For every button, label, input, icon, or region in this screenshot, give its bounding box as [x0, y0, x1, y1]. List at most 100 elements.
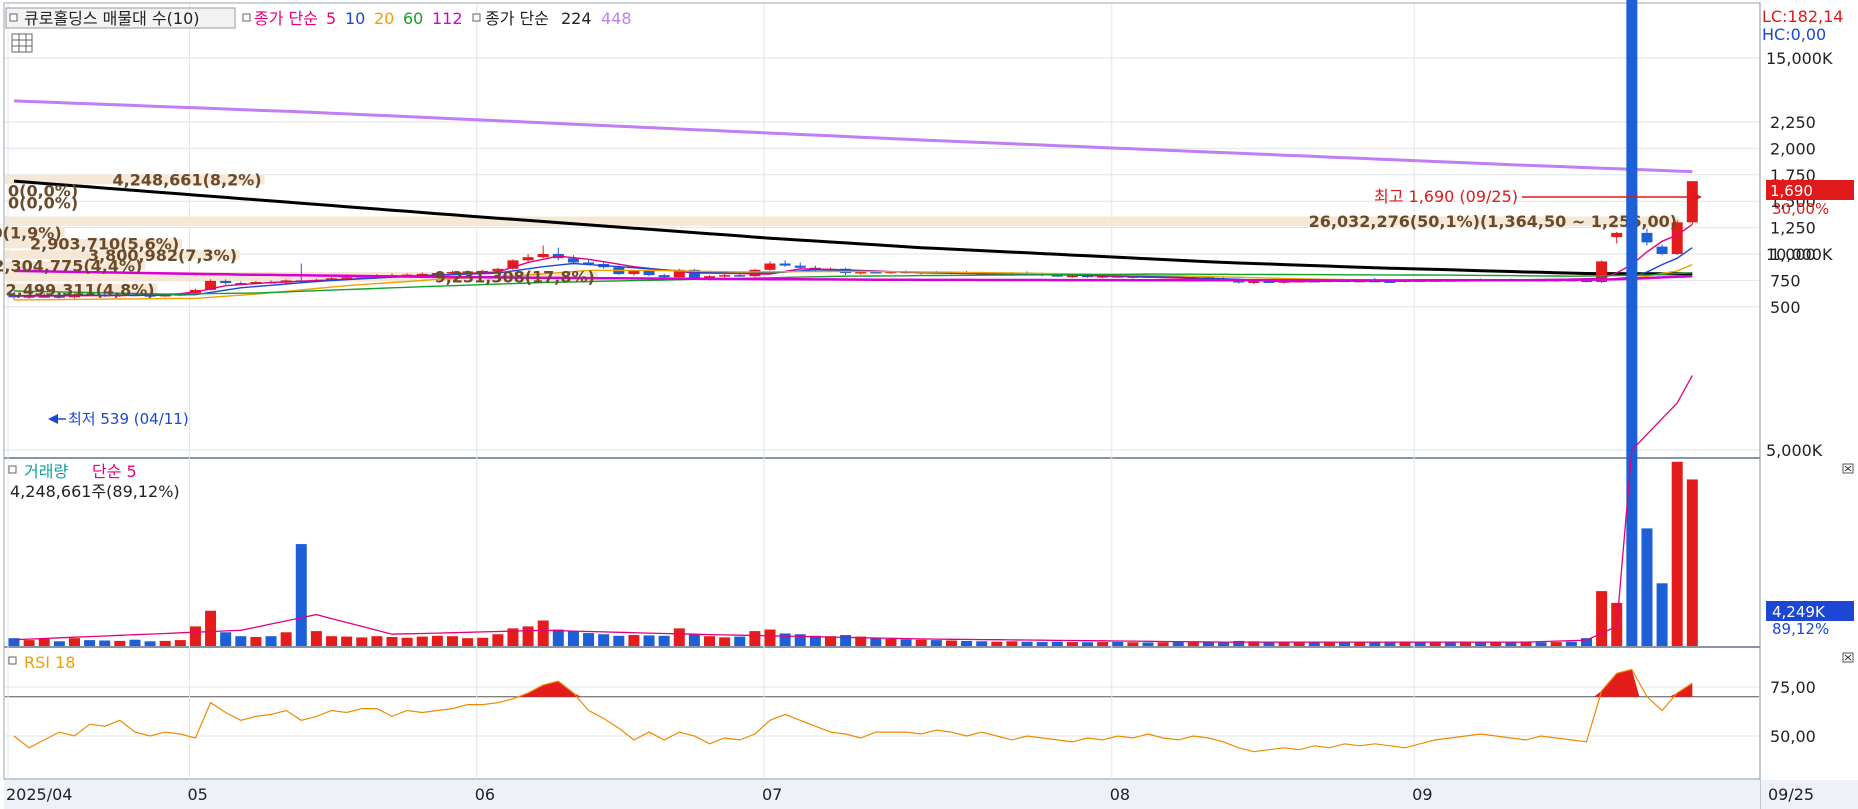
volume-bar: [1520, 642, 1532, 646]
volume-bar: [1187, 642, 1199, 646]
volume-bar: [1082, 642, 1094, 646]
ma-legend[interactable]: 종가 단순 5 10 20 60 112 종가 단순 224 448: [242, 9, 632, 28]
volume-bar: [764, 629, 776, 646]
volume-bar: [189, 626, 201, 646]
volume-bar: [628, 635, 640, 646]
volume-profile-label: 4,248,661(8,2%): [112, 171, 261, 190]
candle-body: [220, 280, 232, 284]
ma-legend-period: 10: [345, 9, 365, 28]
volume-bar: [719, 637, 731, 646]
volume-bar: [1580, 638, 1592, 646]
volume-bar: [522, 626, 534, 646]
rsi-tick-label: 75,00: [1770, 678, 1816, 697]
chart-title: 큐로홀딩스 매물대 수(10): [24, 9, 200, 28]
volume-bar: [643, 635, 655, 646]
price-tick-label: 2,250: [1770, 113, 1816, 132]
volume-tick-label: 5,000K: [1766, 441, 1823, 460]
x-axis-strip: [4, 780, 1760, 809]
volume-bar: [477, 637, 489, 646]
volume-bar: [1626, 0, 1638, 647]
long-ma-legend-toggle-icon: [472, 13, 481, 22]
date-tick-label: 05: [187, 785, 207, 804]
candle-body: [658, 275, 670, 278]
volume-bar: [961, 640, 973, 646]
candle-body: [522, 257, 534, 261]
volume-bar: [900, 639, 912, 646]
volume-info: 4,248,661주(89,12%): [10, 482, 180, 501]
volume-bar: [1127, 642, 1139, 646]
candle-body: [794, 265, 806, 268]
volume-bar: [1671, 461, 1683, 646]
volume-bar: [1414, 642, 1426, 646]
volume-bar: [144, 641, 156, 646]
hc-label: HC:0,00: [1762, 25, 1826, 44]
volume-bar: [341, 636, 353, 646]
ma-legend-toggle-icon: [242, 13, 251, 22]
candle-body: [764, 263, 776, 270]
date-tick-label: 07: [762, 785, 782, 804]
candle-body: [1641, 232, 1653, 243]
volume-legend-ma: 단순 5: [92, 462, 137, 481]
volume-bar: [53, 641, 65, 646]
cursor-date-label: 09/25: [1768, 785, 1814, 804]
volume-bar: [1535, 642, 1547, 646]
rsi-legend-toggle-icon[interactable]: [8, 656, 17, 665]
volume-bar: [688, 634, 700, 646]
volume-bar: [295, 544, 307, 646]
volume-bar: [567, 631, 579, 646]
candle-body: [779, 263, 791, 266]
volume-bar: [38, 638, 50, 646]
volume-bar: [1565, 641, 1577, 646]
volume-bar: [1202, 642, 1214, 646]
volume-bar: [1641, 528, 1653, 646]
volume-legend-toggle-icon[interactable]: [8, 465, 17, 474]
volume-bar: [1308, 642, 1320, 646]
stock-chart[interactable]: 4,248,661(8,2%)0(0,0%)0(0,0%)26,032,276(…: [0, 0, 1858, 809]
price-tick-label: 2,000: [1770, 139, 1816, 158]
volume-bar: [1157, 642, 1169, 646]
volume-bar: [68, 638, 80, 646]
volume-bar: [930, 640, 942, 646]
long-ma-legend-prefix: 종가 단순: [485, 9, 549, 28]
volume-bar: [1006, 641, 1018, 646]
volume-bar: [371, 636, 383, 646]
candle-body: [537, 254, 549, 258]
volume-bar: [749, 631, 761, 646]
volume-bar: [945, 640, 957, 646]
volume-bar: [1550, 642, 1562, 646]
current-change-label: 30,00%: [1772, 200, 1829, 218]
date-tick-label: 2025/04: [6, 785, 72, 804]
volume-bar: [1323, 642, 1335, 646]
volume-legend: 거래량: [24, 462, 68, 481]
price-tick-label: 500: [1770, 298, 1801, 317]
volume-bar: [174, 640, 186, 646]
volume-bar: [1112, 641, 1124, 646]
volume-profile-label: 26,032,276(50,1%)(1,364,50 ~ 1,256,00): [1309, 212, 1677, 231]
volume-bar: [1384, 642, 1396, 646]
volume-current-label: 4,249K: [1772, 603, 1826, 621]
volume-bar: [114, 640, 126, 646]
volume-bar: [885, 638, 897, 646]
volume-bar: [84, 640, 96, 646]
volume-bar: [1686, 479, 1698, 646]
ma-legend-period: 60: [403, 9, 423, 28]
volume-profile-label: 0(0,0%): [8, 193, 78, 212]
volume-bar: [870, 638, 882, 646]
legend-toggle-icon[interactable]: [9, 13, 18, 22]
current-price-label: 1,690: [1770, 182, 1813, 200]
volume-bar: [1278, 642, 1290, 646]
volume-bar: [1097, 642, 1109, 646]
volume-bar: [976, 641, 988, 646]
long-ma-legend-period: 448: [601, 9, 632, 28]
volume-bar: [779, 633, 791, 646]
volume-bar: [704, 636, 716, 646]
volume-bar: [1036, 642, 1048, 646]
volume-bar: [280, 632, 292, 646]
table-icon[interactable]: [11, 33, 33, 53]
volume-bar: [401, 637, 413, 646]
ma-legend-period: 20: [374, 9, 394, 28]
rsi-tick-label: 50,00: [1770, 727, 1816, 746]
volume-bar: [1596, 591, 1608, 646]
volume-bar: [537, 620, 549, 646]
volume-bar: [129, 639, 141, 646]
